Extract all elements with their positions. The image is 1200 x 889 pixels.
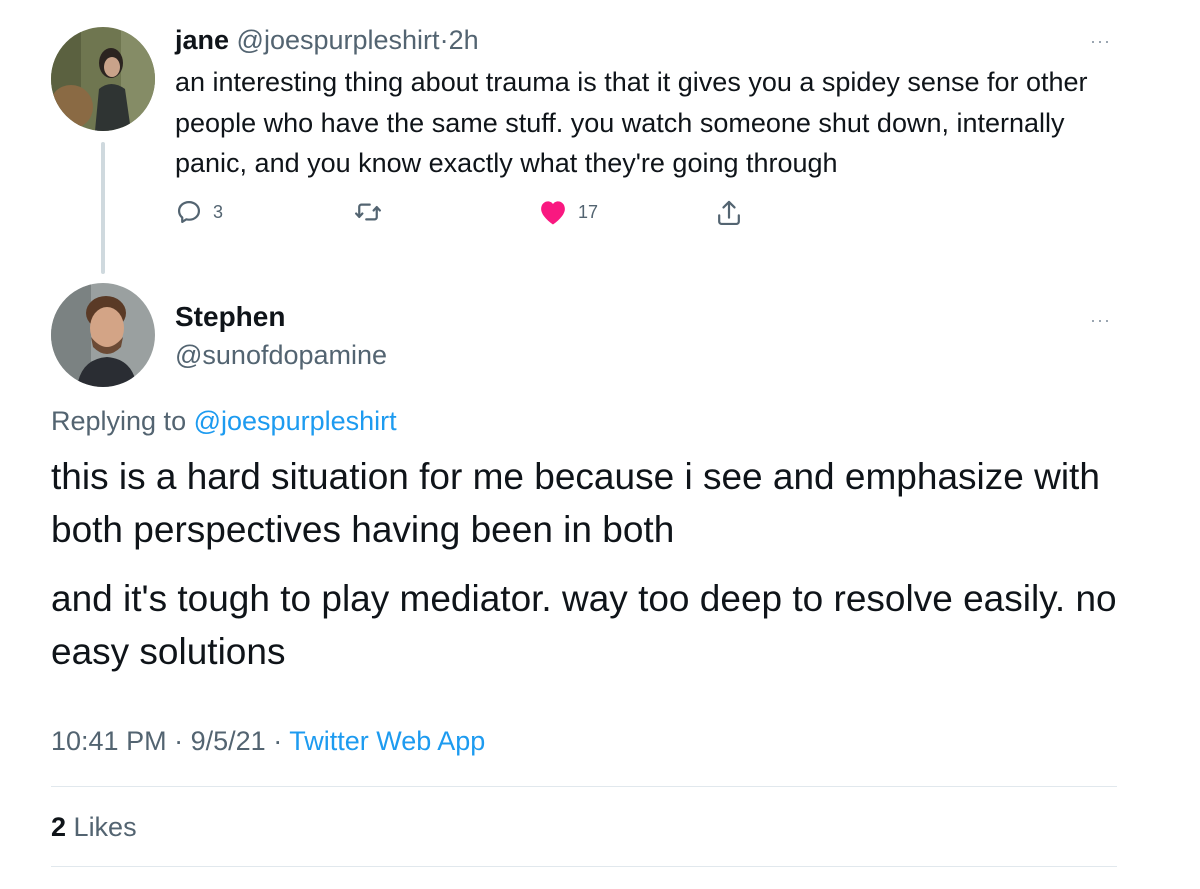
thread-line (101, 142, 105, 274)
tweet1-header: jane @joespurpleshirt·2h (175, 24, 479, 56)
stephen-avatar[interactable] (51, 283, 155, 387)
tweet2-author-handle[interactable]: @sunofdopamine (175, 337, 387, 373)
tweet2-time[interactable]: 10:41 PM (51, 726, 167, 756)
tweet1-author-handle[interactable]: @joespurpleshirt (237, 25, 440, 55)
tweet2-source-link[interactable]: Twitter Web App (289, 726, 485, 756)
share-icon (718, 200, 740, 226)
like-count: 17 (578, 201, 599, 222)
meta-separator: · (174, 726, 184, 756)
reply-button[interactable]: 3 (175, 198, 223, 226)
tweet2-meta: 10:41 PM · 9/5/21 · Twitter Web App (51, 724, 485, 758)
like-button[interactable]: 17 (538, 198, 598, 226)
replying-label: Replying to (51, 406, 187, 436)
tweet2-author-name[interactable]: Stephen (175, 299, 285, 335)
retweet-icon (354, 203, 382, 221)
jane-avatar[interactable] (51, 27, 155, 131)
likes-label: Likes (73, 812, 137, 842)
tweet-thread: jane @joespurpleshirt·2h ··· an interest… (0, 0, 1200, 889)
tweet1-text: an interesting thing about trauma is tha… (175, 67, 1088, 178)
tweet2-paragraph-2: and it's tough to play mediator. way too… (51, 578, 1117, 672)
tweet2-paragraph-1: this is a hard situation for me because … (51, 456, 1100, 550)
reply-count: 3 (213, 201, 224, 222)
tweet1-author-name[interactable]: jane (175, 25, 229, 55)
divider (51, 866, 1117, 867)
tweet1-timestamp[interactable]: 2h (449, 25, 479, 55)
divider (51, 786, 1117, 787)
likes-summary-link[interactable]: 2 Likes (51, 810, 137, 844)
retweet-button[interactable] (353, 198, 383, 226)
tweet2-more-icon[interactable]: ··· (1090, 311, 1111, 329)
replying-to: Replying to @joespurpleshirt (51, 404, 397, 438)
reply-icon (177, 200, 201, 224)
share-button[interactable] (715, 198, 743, 228)
tweet2-date[interactable]: 9/5/21 (191, 726, 266, 756)
likes-count: 2 (51, 812, 67, 842)
meta-separator: · (273, 726, 283, 756)
heart-icon (541, 201, 565, 225)
tweet1-more-icon[interactable]: ··· (1090, 32, 1111, 50)
tweet1-separator: · (439, 25, 449, 55)
replying-mention-link[interactable]: @joespurpleshirt (194, 406, 397, 436)
